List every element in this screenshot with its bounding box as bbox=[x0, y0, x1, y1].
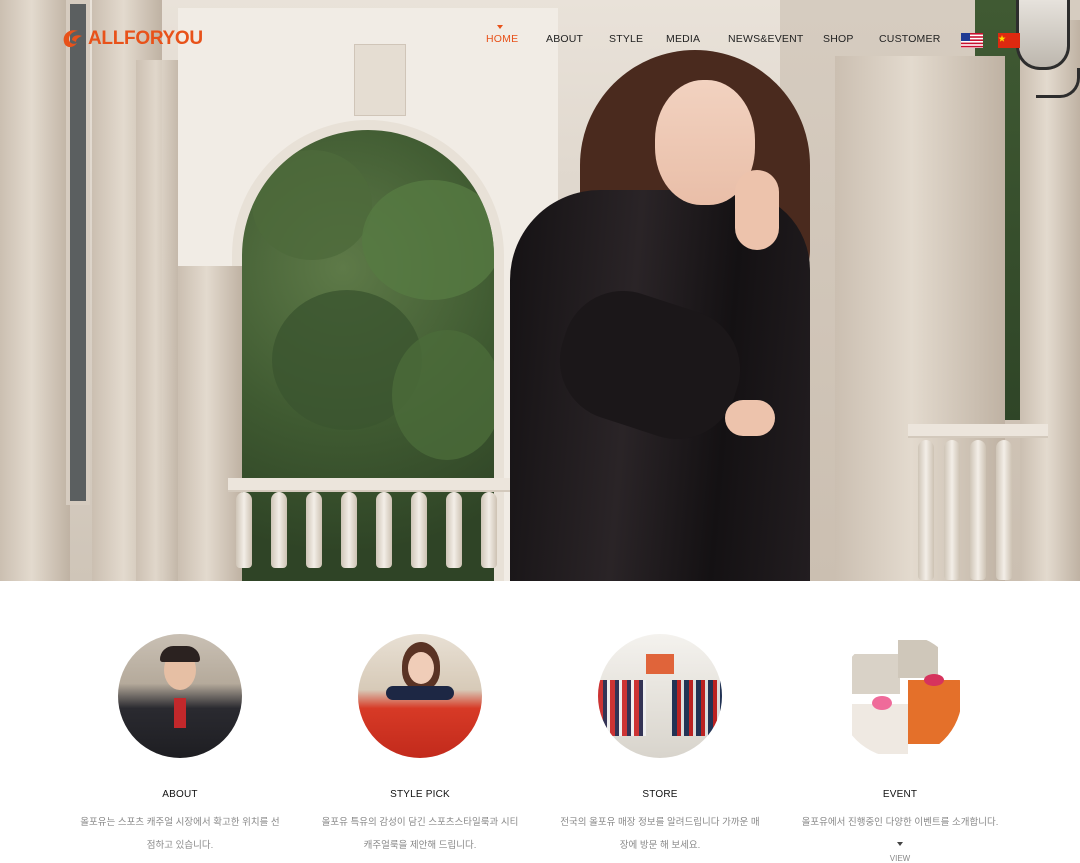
nav-style[interactable]: STYLE bbox=[609, 33, 643, 45]
nav-media[interactable]: MEDIA bbox=[666, 33, 700, 45]
feature-about-image[interactable] bbox=[118, 634, 242, 758]
feature-store-desc: 전국의 올포유 매장 정보를 알려드립니다 가까운 매장에 방문 해 보세요. bbox=[560, 817, 760, 851]
feature-about: ABOUT 올포유는 스포츠 캐주얼 시장에서 확고한 위치를 선점하고 있습니… bbox=[60, 634, 300, 857]
nav-shop[interactable]: SHOP bbox=[823, 33, 854, 45]
nav-about[interactable]: ABOUT bbox=[546, 33, 583, 45]
feature-style-pick-title[interactable]: STYLE PICK bbox=[300, 789, 540, 800]
left-pillar bbox=[0, 0, 70, 581]
feature-event-desc: 올포유에서 진행중인 다양한 이벤트를 소개합니다. bbox=[801, 817, 999, 828]
nav-news-event[interactable]: NEWS&EVENT bbox=[728, 33, 804, 45]
arch-side-pillar bbox=[178, 266, 242, 581]
feature-store-title[interactable]: STORE bbox=[540, 789, 780, 800]
main-nav: HOME ABOUT STYLE MEDIA NEWS&EVENT SHOP C… bbox=[0, 33, 1080, 47]
right-balustrade-rail bbox=[908, 424, 1048, 438]
view-more-button[interactable]: VIEW bbox=[885, 842, 915, 863]
left-column-inner bbox=[136, 60, 180, 581]
china-flag-icon[interactable] bbox=[998, 33, 1020, 48]
balustrade-rail bbox=[228, 478, 528, 492]
active-nav-caret-icon bbox=[497, 25, 503, 29]
feature-event: EVENT 올포유에서 진행중인 다양한 이벤트를 소개합니다. bbox=[780, 634, 1020, 834]
feature-style-pick-desc: 올포유 특유의 감성이 담긴 스포츠스타일룩과 시티 캐주얼룩을 제안해 드립니… bbox=[321, 817, 519, 851]
feature-style-pick-image[interactable] bbox=[358, 634, 482, 758]
feature-about-title[interactable]: ABOUT bbox=[60, 789, 300, 800]
nav-home[interactable]: HOME bbox=[486, 33, 518, 45]
chevron-down-icon bbox=[897, 842, 903, 846]
archway bbox=[178, 8, 558, 581]
hero-banner bbox=[0, 0, 1080, 581]
feature-event-title[interactable]: EVENT bbox=[780, 789, 1020, 800]
building-window bbox=[66, 0, 90, 505]
feature-store-image[interactable] bbox=[598, 634, 722, 758]
feature-style-pick: STYLE PICK 올포유 특유의 감성이 담긴 스포츠스타일룩과 시티 캐주… bbox=[300, 634, 540, 857]
feature-about-desc: 올포유는 스포츠 캐주얼 시장에서 확고한 위치를 선점하고 있습니다. bbox=[80, 817, 280, 851]
us-flag-icon[interactable] bbox=[961, 33, 983, 48]
far-right-pillar bbox=[1020, 20, 1080, 581]
arch-keystone bbox=[354, 44, 406, 116]
view-more-label: VIEW bbox=[889, 854, 911, 863]
nav-customer[interactable]: CUSTOMER bbox=[879, 33, 941, 45]
feature-event-image[interactable] bbox=[838, 634, 962, 758]
feature-store: STORE 전국의 올포유 매장 정보를 알려드립니다 가까운 매장에 방문 해… bbox=[540, 634, 780, 857]
